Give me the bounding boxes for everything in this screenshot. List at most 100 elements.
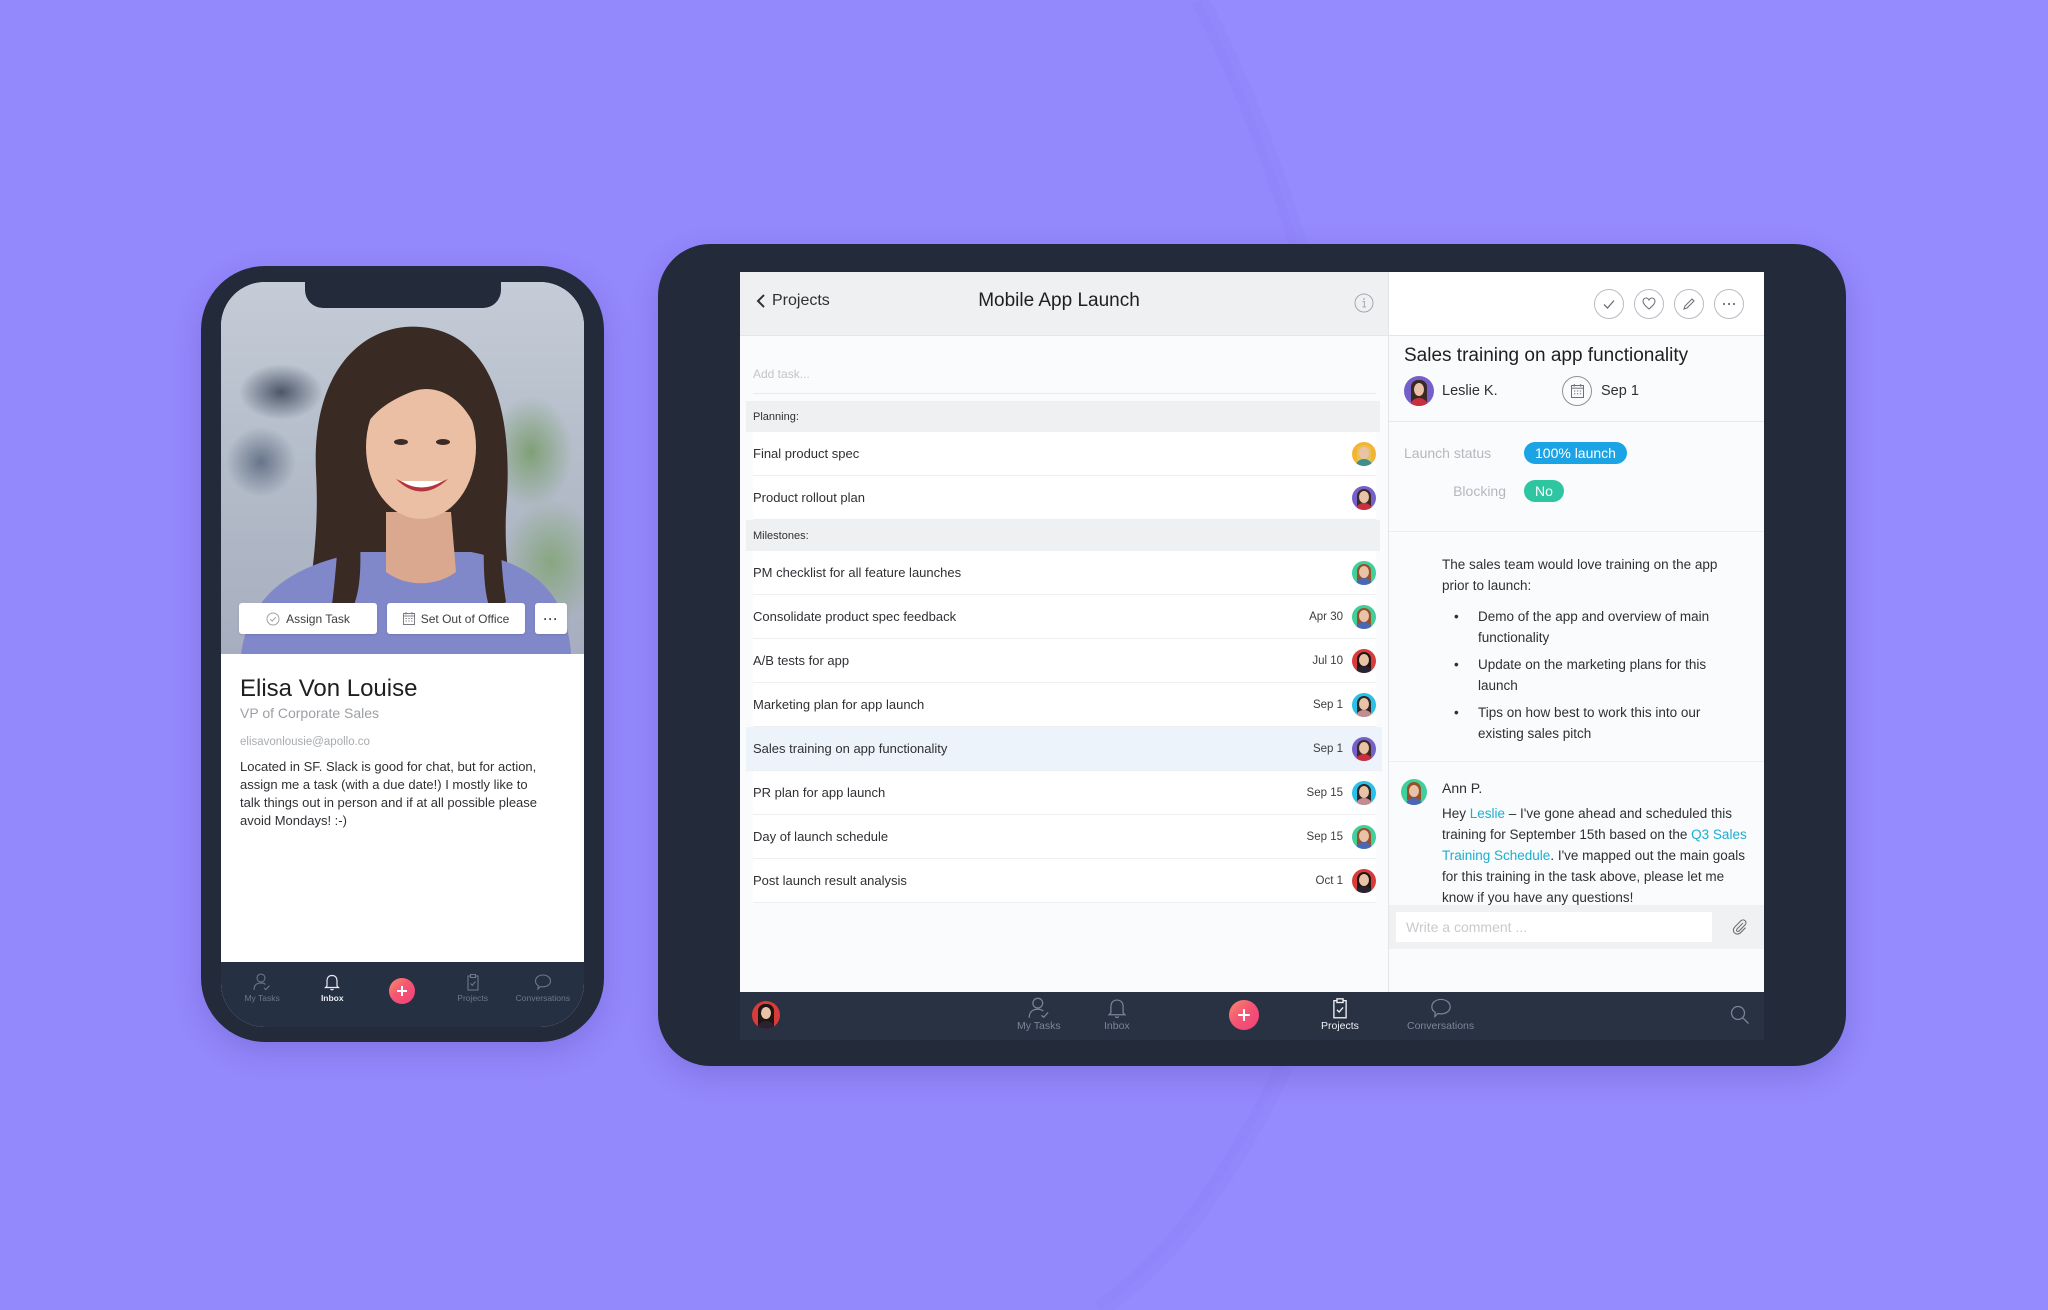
task-assignee-avatar[interactable] [1352,648,1376,673]
mention-link[interactable]: Leslie [1470,806,1505,821]
task-name: PM checklist for all feature launches [753,565,962,580]
tablet-nav-my-tasks[interactable]: My Tasks [1017,997,1061,1032]
nav-conversations[interactable]: Conversations [509,973,577,1003]
tablet-device: Projects Mobile App Launch Add task... P… [658,244,1846,1066]
pencil-icon [1683,297,1695,310]
task-meta [1343,485,1376,510]
task-detail-pane: Sales training on app functionality Lesl… [1388,272,1764,992]
task-due-date: Sep 1 [1312,698,1343,711]
avatar-face [1359,785,1369,798]
task-meta: Leslie K. Sep 1 [1404,376,1750,406]
comment-input[interactable] [1396,912,1712,942]
profile-title: VP of Corporate Sales [240,705,380,721]
assign-task-label: Assign Task [286,611,350,626]
section-header-planning: Planning: [746,401,1380,432]
field-label-blocking: Blocking [1453,483,1506,499]
assignee[interactable]: Leslie K. [1404,376,1562,406]
task-meta: Sep 15 [1307,780,1376,805]
task-name: Post launch result analysis [753,873,907,888]
checkmark-icon [1603,299,1615,309]
comment-text-part: Hey [1442,806,1470,821]
info-icon[interactable] [1354,293,1374,313]
heart-icon [1642,297,1656,310]
complete-task-button[interactable] [1594,288,1624,319]
task-list-pane: Projects Mobile App Launch Add task... P… [740,272,1388,992]
task-meta: Sep 15 [1307,824,1376,849]
task-row[interactable]: PR plan for app launch Sep 15 [753,771,1376,815]
assignee-name: Leslie K. [1442,383,1498,399]
task-description[interactable]: The sales team would love training on th… [1389,532,1764,762]
task-row[interactable]: Consolidate product spec feedback Apr 30 [753,595,1376,639]
task-row[interactable]: Final product spec [753,432,1376,476]
task-assignee-avatar[interactable] [1352,736,1376,761]
task-row[interactable]: Marketing plan for app launch Sep 1 [753,683,1376,727]
task-name: Consolidate product spec feedback [753,609,957,624]
nav-inbox-label: Inbox [320,993,344,1003]
user-avatar[interactable] [752,1001,780,1029]
due-date[interactable]: Sep 1 [1562,376,1639,406]
task-meta [1343,441,1376,466]
nav-conversations-label: Conversations [515,993,571,1003]
add-task-input[interactable]: Add task... [753,336,1376,394]
profile-name: Elisa Von Louise [240,675,418,702]
speech-bubble-icon [534,974,551,991]
launch-status-pill[interactable]: 100% launch [1524,442,1627,464]
tablet-add-button[interactable] [1229,1000,1259,1030]
phone-screen: Assign Task Set Out of Office ··· Elisa … [221,282,584,1027]
check-circle-icon [266,612,280,625]
more-task-options-button[interactable] [1714,288,1744,319]
bell-icon [1107,999,1127,1019]
commenter-avatar [1401,779,1427,805]
task-assignee-avatar[interactable] [1352,485,1376,510]
edit-task-button[interactable] [1674,288,1704,319]
task-assignee-avatar[interactable] [1352,692,1376,717]
set-out-of-office-button[interactable]: Set Out of Office [387,603,525,634]
task-name: Final product spec [753,446,860,461]
nav-projects-label: Projects [457,993,489,1003]
paperclip-icon[interactable] [1732,919,1748,935]
task-name: Product rollout plan [753,490,866,505]
task-name: Marketing plan for app launch [753,697,925,712]
search-icon[interactable] [1730,1005,1750,1025]
tablet-nav-inbox-label: Inbox [1104,1020,1130,1032]
field-launch-status: Launch status 100% launch [1404,442,1764,464]
task-assignee-avatar[interactable] [1352,560,1376,585]
task-row[interactable]: Post launch result analysis Oct 1 [753,859,1376,903]
more-options-button[interactable]: ··· [535,603,567,634]
task-row[interactable]: PM checklist for all feature launches [753,551,1376,595]
task-meta [1343,560,1376,585]
task-assignee-avatar[interactable] [1352,868,1376,893]
task-row[interactable]: Sales training on app functionality Sep 1 [746,727,1382,771]
task-due-date: Oct 1 [1315,874,1343,887]
person-check-icon [253,973,270,991]
task-row[interactable]: Product rollout plan [753,476,1376,520]
add-button[interactable] [389,978,416,1004]
task-assignee-avatar[interactable] [1352,780,1376,805]
tablet-nav-my-tasks-label: My Tasks [1017,1020,1061,1032]
task-title[interactable]: Sales training on app functionality [1404,344,1750,368]
task-meta: Apr 30 [1309,604,1376,629]
nav-my-tasks[interactable]: My Tasks [228,973,296,1003]
nav-projects[interactable]: Projects [439,973,507,1003]
task-row[interactable]: A/B tests for app Jul 10 [753,639,1376,683]
task-meta: Sep 1 [1313,736,1376,761]
like-task-button[interactable] [1634,288,1664,319]
avatar-face [1359,697,1369,710]
tablet-nav-inbox[interactable]: Inbox [1104,997,1130,1032]
assign-task-button[interactable]: Assign Task [239,603,377,634]
avatar-face [1359,653,1369,666]
task-assignee-avatar[interactable] [1352,824,1376,849]
task-meta: Oct 1 [1315,868,1376,893]
nav-inbox[interactable]: Inbox [298,973,366,1003]
task-assignee-avatar[interactable] [1352,441,1376,466]
nav-add[interactable] [368,973,436,1004]
speech-bubble-icon [1430,998,1451,1019]
blocking-pill[interactable]: No [1524,480,1564,502]
avatar-face [1359,565,1369,578]
profile-email[interactable]: elisavonlousie@apollo.co [240,736,560,748]
tablet-nav-conversations[interactable]: Conversations [1407,997,1474,1032]
task-row[interactable]: Day of launch schedule Sep 15 [753,815,1376,859]
tablet-nav-projects[interactable]: Projects [1321,997,1359,1032]
bell-icon [324,974,341,991]
task-assignee-avatar[interactable] [1352,604,1376,629]
